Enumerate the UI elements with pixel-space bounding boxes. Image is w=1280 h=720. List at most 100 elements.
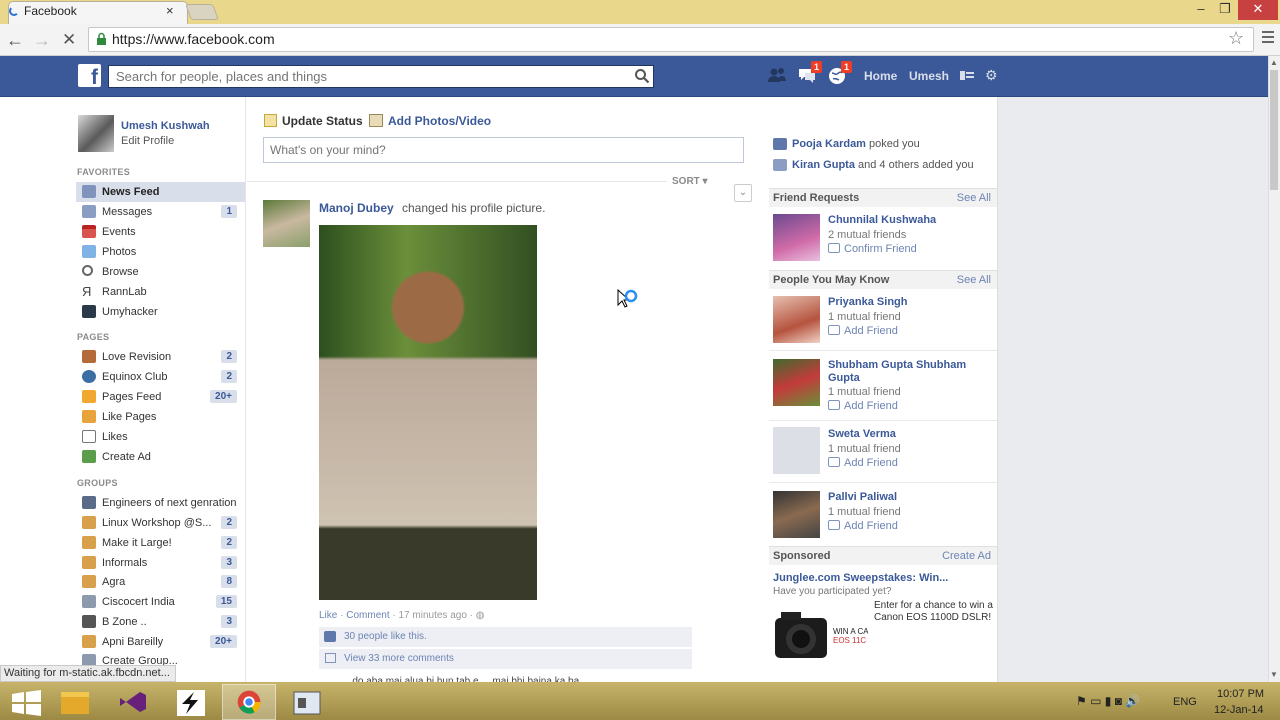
like-link[interactable]: Like xyxy=(319,610,337,621)
window-close-button[interactable]: ✕ xyxy=(1238,0,1278,20)
forward-arrow-icon[interactable]: → xyxy=(33,30,51,51)
sidebar-item-create-ad[interactable]: Create Ad xyxy=(76,447,245,467)
profile-link[interactable]: Umesh xyxy=(909,69,949,83)
mutual-friends-text[interactable]: 2 mutual friends xyxy=(828,229,906,241)
clock-date[interactable]: 12-Jan-14 xyxy=(1214,704,1264,716)
add-friend-button[interactable]: Add Friend xyxy=(828,325,898,337)
story-profile-photo[interactable] xyxy=(319,225,537,600)
scroll-up-arrow-icon[interactable]: ▲ xyxy=(1270,58,1278,67)
friend-request-name[interactable]: Chunnilal Kushwaha xyxy=(828,214,988,227)
sidebar-item-group[interactable]: Informals 3 xyxy=(76,553,245,573)
pymk-avatar[interactable] xyxy=(773,491,820,538)
sidebar-item-browse[interactable]: Browse xyxy=(76,262,245,282)
feed-sort-button[interactable]: SORT ▾ xyxy=(672,176,708,187)
sidebar-item-group[interactable]: Ciscocert India 15 xyxy=(76,592,245,612)
sidebar-item-equinox-club[interactable]: Equinox Club 2 xyxy=(76,367,245,387)
visual-studio-icon[interactable] xyxy=(106,684,160,720)
add-photos-video-tab[interactable]: Add Photos/Video xyxy=(388,114,491,128)
count-badge: 1 xyxy=(221,205,237,218)
settings-gear-icon[interactable]: ⚙ xyxy=(985,67,998,84)
mutual-friends-text[interactable]: 1 mutual friend xyxy=(828,311,901,323)
window-maximize-button[interactable]: ❐ xyxy=(1214,0,1236,20)
sidebar-item-like-pages[interactable]: Like Pages xyxy=(76,407,245,427)
pymk-name[interactable]: Pallvi Paliwal xyxy=(828,491,988,504)
app-window-icon[interactable] xyxy=(280,684,334,720)
sidebar-item-rannlab[interactable]: Я RannLab xyxy=(76,282,245,302)
status-composer-input[interactable] xyxy=(263,137,744,163)
sidebar-item-love-revision[interactable]: Love Revision 2 xyxy=(76,347,245,367)
scroll-down-arrow-icon[interactable]: ▼ xyxy=(1270,670,1278,679)
language-indicator[interactable]: ENG xyxy=(1173,696,1197,708)
windows-start-icon[interactable] xyxy=(0,684,54,720)
ad-camera-image[interactable]: WIN A CAEOS 11C xyxy=(773,608,868,668)
clock-time[interactable]: 10:07 PM xyxy=(1217,688,1264,700)
pymk-name[interactable]: Shubham Gupta Shubham Gupta xyxy=(828,359,988,385)
sidebar-item-events[interactable]: Events xyxy=(76,222,245,242)
chrome-menu-icon[interactable] xyxy=(1262,31,1274,43)
friend-request-avatar[interactable] xyxy=(773,214,820,261)
pymk-avatar[interactable] xyxy=(773,296,820,343)
friend-requests-icon[interactable] xyxy=(766,64,788,86)
add-friend-button[interactable]: Add Friend xyxy=(828,520,898,532)
create-ad-link[interactable]: Create Ad xyxy=(942,550,991,562)
story-author-avatar[interactable] xyxy=(263,200,310,247)
pymk-avatar[interactable] xyxy=(773,359,820,406)
sidebar-item-likes[interactable]: Likes xyxy=(76,427,245,447)
edit-profile-link[interactable]: Edit Profile xyxy=(121,135,174,147)
mutual-friends-text[interactable]: 1 mutual friend xyxy=(828,506,901,518)
sidebar-item-group[interactable]: Apni Bareilly 20+ xyxy=(76,632,245,652)
home-link[interactable]: Home xyxy=(864,69,897,83)
default-female-avatar[interactable] xyxy=(773,427,820,474)
sidebar-item-news-feed[interactable]: News Feed xyxy=(76,182,245,202)
url-text[interactable]: https://www.facebook.com xyxy=(112,31,275,47)
chrome-icon[interactable] xyxy=(222,684,276,720)
scrollbar-thumb[interactable] xyxy=(1270,70,1278,190)
search-icon[interactable] xyxy=(634,68,650,84)
adder-name-link[interactable]: Kiran Gupta xyxy=(792,159,855,171)
mutual-friends-text[interactable]: 1 mutual friend xyxy=(828,386,901,398)
sidebar-item-photos[interactable]: Photos xyxy=(76,242,245,262)
sidebar-item-group[interactable]: Agra 8 xyxy=(76,572,245,592)
file-explorer-icon[interactable] xyxy=(48,684,102,720)
confirm-friend-button[interactable]: Confirm Friend xyxy=(828,243,917,255)
sidebar-item-messages[interactable]: Messages 1 xyxy=(76,202,245,222)
story-options-chevron-icon[interactable]: ⌄ xyxy=(734,184,752,202)
story-author-link[interactable]: Manoj Dubey xyxy=(319,201,394,215)
add-friend-button[interactable]: Add Friend xyxy=(828,457,898,469)
story-timestamp[interactable]: 17 minutes ago xyxy=(399,610,467,621)
add-friend-button[interactable]: Add Friend xyxy=(828,400,898,412)
mutual-friends-text[interactable]: 1 mutual friend xyxy=(828,443,901,455)
profile-name-link[interactable]: Umesh Kushwah xyxy=(121,120,210,132)
sidebar-item-group[interactable]: B Zone .. 3 xyxy=(76,612,245,632)
back-arrow-icon[interactable]: ← xyxy=(6,30,24,51)
sidebar-item-pages-feed[interactable]: Pages Feed 20+ xyxy=(76,387,245,407)
see-all-link[interactable]: See All xyxy=(957,192,991,204)
stop-loading-icon[interactable]: ✕ xyxy=(62,30,76,50)
view-more-comments-link[interactable]: View 33 more comments xyxy=(344,653,454,664)
update-status-tab[interactable]: Update Status xyxy=(282,114,363,128)
window-minimize-button[interactable]: – xyxy=(1190,0,1212,20)
likes-count-link[interactable]: 30 people like this. xyxy=(344,631,427,642)
see-all-link[interactable]: See All xyxy=(957,274,991,286)
search-input[interactable] xyxy=(108,65,654,88)
ad-body-text[interactable]: Enter for a chance to win a Canon EOS 11… xyxy=(874,600,994,624)
sidebar-item-group[interactable]: Engineers of next genration xyxy=(76,493,245,513)
poker-name-link[interactable]: Pooja Kardam xyxy=(792,138,866,150)
ad-title-link[interactable]: Junglee.com Sweepstakes: Win... xyxy=(773,572,948,584)
privacy-shortcuts-icon[interactable] xyxy=(960,70,974,81)
bookmark-star-icon[interactable]: ☆ xyxy=(1228,28,1244,49)
facebook-logo[interactable]: f xyxy=(78,64,101,87)
add-friend-icon xyxy=(828,325,840,335)
app-lightning-icon[interactable] xyxy=(164,684,218,720)
pymk-name[interactable]: Sweta Verma xyxy=(828,428,988,441)
comment-link[interactable]: Comment xyxy=(346,610,389,621)
sidebar-item-group[interactable]: Make it Large! 2 xyxy=(76,533,245,553)
busy-cursor-icon xyxy=(617,289,638,308)
new-tab-button[interactable] xyxy=(185,4,219,20)
profile-avatar[interactable] xyxy=(78,115,114,152)
pymk-name[interactable]: Priyanka Singh xyxy=(828,296,988,309)
tab-close-button[interactable]: × xyxy=(166,3,174,18)
sidebar-item-umyhacker[interactable]: Umyhacker xyxy=(76,302,245,322)
system-tray-icons[interactable]: ⚑ ▭ ▮ ◙ 🔊 xyxy=(1076,694,1140,708)
sidebar-item-group[interactable]: Linux Workshop @S... 2 xyxy=(76,513,245,533)
